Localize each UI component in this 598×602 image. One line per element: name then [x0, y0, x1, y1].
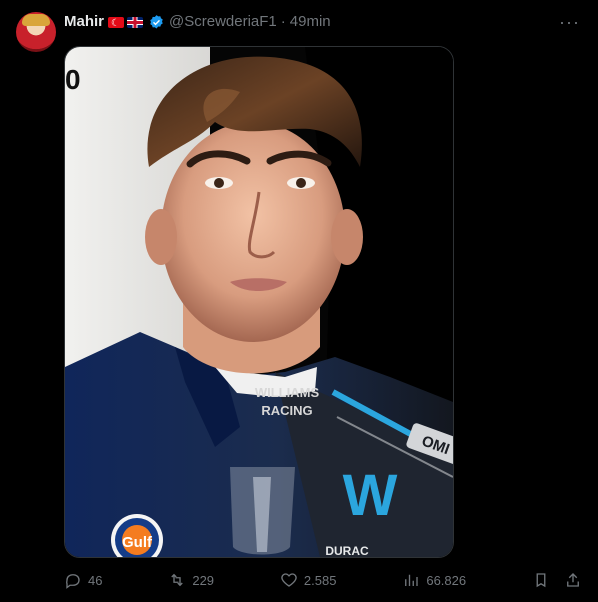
driver-portrait-image: 0 Gulf WILLIAMS RACING W OMI DURAC: [65, 47, 453, 557]
author-avatar[interactable]: [16, 12, 56, 52]
right-actions: [532, 571, 582, 589]
bookmark-icon: [536, 573, 546, 588]
gulf-logo-text: Gulf: [122, 534, 153, 551]
reply-icon: [65, 574, 80, 589]
dura-text: DURAC: [325, 544, 369, 557]
reply-button[interactable]: 46: [64, 571, 102, 589]
author-name[interactable]: Mahir: [64, 12, 104, 32]
turkey-flag-icon: [108, 14, 125, 34]
background-letter: 0: [65, 64, 81, 95]
heart-icon: [281, 573, 297, 587]
author-handle[interactable]: @ScrewderiaF1: [169, 12, 277, 32]
retweet-icon: [171, 573, 184, 587]
williams-text: WILLIAMS: [255, 385, 320, 400]
views-count: 66.826: [426, 572, 467, 588]
verified-badge-icon: [150, 14, 163, 29]
racing-text: RACING: [261, 403, 312, 418]
views-icon: [405, 574, 419, 586]
share-icon: [567, 573, 579, 587]
retweet-button[interactable]: 229: [168, 571, 214, 589]
more-options-icon[interactable]: ···: [559, 12, 580, 32]
separator-dot: ·: [280, 13, 286, 30]
tweet-timestamp[interactable]: 49min: [290, 12, 331, 32]
tweet-header: Mahir @ScrewderiaF1 · 49min: [64, 12, 582, 34]
tweet-action-bar: 46 229 2.585 66.826: [64, 568, 582, 592]
williams-w-logo: W: [343, 463, 398, 528]
uk-flag-icon: [127, 16, 144, 28]
share-button[interactable]: [564, 571, 582, 589]
retweet-count: 229: [192, 572, 215, 588]
like-button[interactable]: 2.585: [280, 571, 337, 589]
reply-count: 46: [88, 572, 103, 588]
tweet-image[interactable]: 0 Gulf WILLIAMS RACING W OMI DURAC: [64, 46, 454, 558]
bookmark-button[interactable]: [532, 571, 550, 589]
like-count: 2.585: [303, 572, 337, 588]
views-button[interactable]: 66.826: [402, 571, 466, 589]
